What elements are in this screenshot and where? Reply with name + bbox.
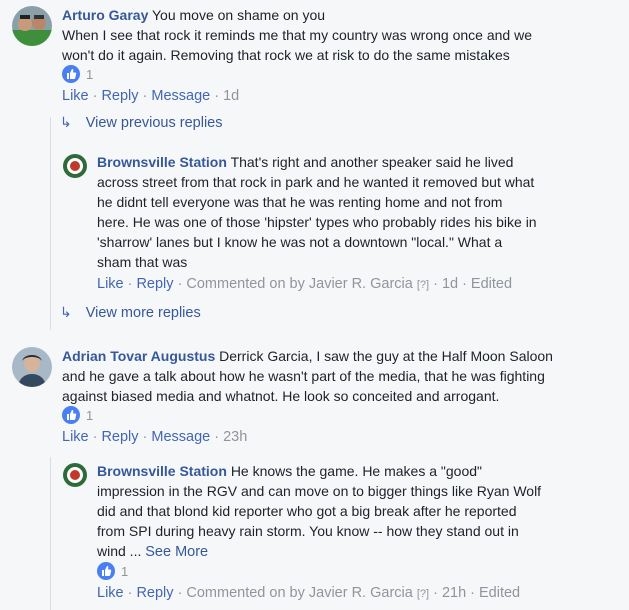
reply-text-line: here. He was one of those 'hipster' type… — [97, 214, 537, 230]
comment-text-line: against biased media and whatnot. He loo… — [62, 388, 500, 404]
comment-text-line: When I see that rock it reminds me that … — [62, 27, 532, 43]
timestamp[interactable]: 1d — [442, 276, 458, 292]
reply-arrow-icon: ↳ — [60, 304, 72, 320]
message-link[interactable]: Message — [151, 88, 210, 104]
thumbs-up-icon — [62, 65, 80, 84]
reply-text-line: he didnt tell everyone was that he was r… — [97, 194, 503, 210]
avatar-brownsville-station[interactable] — [63, 154, 87, 178]
reply-text-line: across street from that rock in park and… — [97, 174, 535, 190]
thumbs-up-icon — [97, 562, 115, 581]
see-more-link[interactable]: See More — [145, 544, 208, 560]
reply-text-line: 'sharrow' lanes but I know he was not a … — [97, 234, 503, 250]
comment-body-1: Arturo Garay You move on shame on you — [62, 5, 622, 25]
help-link[interactable]: [?] — [417, 279, 429, 291]
timestamp[interactable]: 21h — [442, 585, 466, 601]
reply-actions: Like · Reply · Commented on by Javier R. Gar… — [97, 276, 513, 292]
timestamp[interactable]: 1d — [223, 88, 239, 104]
reply-link[interactable]: Reply — [136, 585, 173, 601]
avatar-photo-icon — [12, 347, 52, 387]
commented-on-label[interactable]: Commented on by Javier R. Garcia — [186, 276, 412, 292]
reply-text-line: wind ... See More — [97, 543, 209, 560]
reply-arrow-icon: ↳ — [60, 114, 72, 130]
comment-actions: Like · Reply · Message · 23h — [62, 429, 248, 445]
avatar-photo-icon — [12, 6, 52, 46]
timestamp[interactable]: 23h — [223, 429, 247, 445]
comment-body-2: Adrian Tovar Augustus Derrick Garcia, I … — [62, 346, 622, 366]
reaction-summary[interactable]: 1 — [62, 65, 93, 85]
reply-link[interactable]: Reply — [136, 276, 173, 292]
thread-line — [50, 117, 51, 330]
reply-text-line: from SPI during heavy rain storm. You kn… — [97, 523, 519, 539]
edited-label[interactable]: Edited — [479, 585, 520, 601]
avatar-adrian-tovar-augustus[interactable] — [12, 347, 52, 387]
reply-actions: Like · Reply · Commented on by Javier R. Gar… — [97, 585, 521, 601]
like-link[interactable]: Like — [62, 88, 89, 104]
reaction-summary[interactable]: 1 — [97, 562, 128, 582]
reply-text-line: impression in the RGV and can move on to… — [97, 483, 542, 499]
like-link[interactable]: Like — [97, 276, 124, 292]
reply-text-line: did and that blond kid reporter who got … — [97, 503, 517, 519]
avatar-arturo-garay[interactable] — [12, 6, 52, 46]
reply-body: Brownsville Station That's right and ano… — [97, 154, 514, 170]
reply-author[interactable]: Brownsville Station — [97, 463, 227, 479]
station-logo-icon — [63, 463, 87, 487]
comment-actions: Like · Reply · Message · 1d — [62, 88, 240, 104]
reply-body: Brownsville Station He knows the game. H… — [97, 463, 482, 479]
station-logo-icon — [63, 154, 87, 178]
avatar-brownsville-station[interactable] — [63, 463, 87, 487]
like-count: 1 — [86, 407, 94, 423]
thumbs-up-icon — [62, 406, 80, 425]
view-previous-replies[interactable]: ↳ View previous replies — [60, 114, 222, 131]
like-link[interactable]: Like — [62, 429, 89, 445]
reply-author[interactable]: Brownsville Station — [97, 154, 227, 170]
help-link[interactable]: [?] — [417, 588, 429, 600]
reply-link[interactable]: Reply — [101, 429, 138, 445]
reply-text-line: sham that was — [97, 254, 188, 270]
commented-on-label[interactable]: Commented on by Javier R. Garcia — [186, 585, 412, 601]
comment-text-line: and he gave a talk about how he wasn't p… — [62, 368, 545, 384]
view-more-replies[interactable]: ↳ View more replies — [60, 304, 201, 321]
reply-link[interactable]: Reply — [101, 88, 138, 104]
comment-text-line: won't do it again. Removing that rock we… — [62, 47, 510, 63]
like-count: 1 — [121, 563, 129, 579]
comment-author[interactable]: Arturo Garay — [62, 7, 148, 23]
like-count: 1 — [86, 66, 94, 82]
message-link[interactable]: Message — [151, 429, 210, 445]
reaction-summary[interactable]: 1 — [62, 406, 93, 426]
comment-text: Derrick Garcia, I saw the guy at the Hal… — [219, 348, 553, 364]
comment-author[interactable]: Adrian Tovar Augustus — [62, 348, 215, 364]
thread-line — [50, 457, 51, 610]
comment-text: You move on shame on you — [152, 7, 326, 23]
like-link[interactable]: Like — [97, 585, 124, 601]
edited-label[interactable]: Edited — [471, 276, 512, 292]
